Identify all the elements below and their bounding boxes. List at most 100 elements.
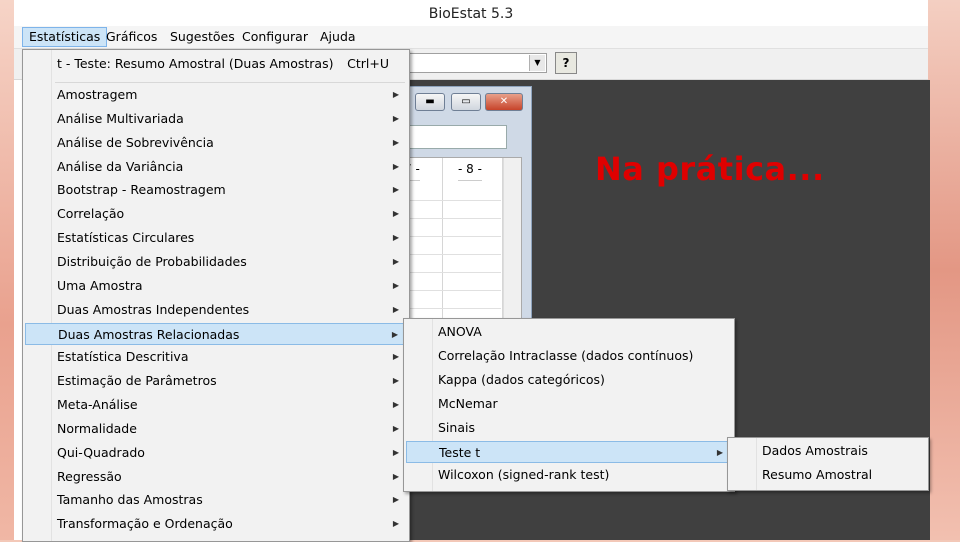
menu-item-label: Duas Amostras Relacionadas bbox=[58, 326, 240, 342]
submenu-arrow-icon: ▶ bbox=[392, 304, 399, 314]
menu-item-label: Análise de Sobrevivência bbox=[57, 134, 214, 150]
menu-item-label: Correlação bbox=[57, 206, 125, 222]
menu-item-regressao[interactable]: Regressão ▶ bbox=[25, 466, 407, 488]
menu-item-estimacao-de-parametros[interactable]: Estimação de Parâmetros ▶ bbox=[25, 370, 407, 392]
minimize-icon[interactable]: ▬ bbox=[415, 93, 445, 111]
menu-item-estatistica-descritiva[interactable]: Estatística Descritiva ▶ bbox=[25, 346, 407, 368]
menu-item-label: Dados Amostrais bbox=[762, 443, 868, 458]
menu-separator bbox=[55, 82, 405, 83]
table-row[interactable] bbox=[398, 236, 501, 255]
menu-item-meta-analise[interactable]: Meta-Análise ▶ bbox=[25, 394, 407, 416]
submenu-arrow-icon: ▶ bbox=[392, 447, 399, 457]
menu-item-label: Regressão bbox=[57, 468, 122, 484]
menu-item-label: Amostragem bbox=[57, 87, 138, 102]
menu-item-label: Distribuição de Probabilidades bbox=[57, 253, 247, 269]
menu-item-duas-amostras-relacionadas[interactable]: Duas Amostras Relacionadas ▶ bbox=[25, 322, 407, 345]
menu-item-label: Resumo Amostral bbox=[762, 466, 873, 482]
table-row[interactable] bbox=[398, 182, 501, 201]
submenu-arrow-icon: ▶ bbox=[392, 209, 399, 219]
submenu-arrow-icon: ▶ bbox=[391, 329, 398, 339]
menu-item-sinais[interactable]: Sinais bbox=[406, 417, 732, 439]
menu-item-transformacao-e-ordenacao[interactable]: Transformação e Ordenação ▶ bbox=[25, 513, 407, 535]
menu-item-label: Estatística Descritiva bbox=[57, 349, 189, 365]
menu-item-label: t - Teste: Resumo Amostral (Duas Amostra… bbox=[57, 56, 334, 71]
table-row[interactable] bbox=[398, 218, 501, 237]
submenu-arrow-icon: ▶ bbox=[392, 137, 399, 147]
menu-item-wilcoxon-signed-rank-test[interactable]: Wilcoxon (signed-rank test) bbox=[406, 464, 732, 486]
submenu-arrow-icon: ▶ bbox=[392, 495, 399, 505]
menu-item-t-teste[interactable]: t - Teste: Resumo Amostral (Duas Amostra… bbox=[25, 53, 407, 75]
menu-item-tamanho-das-amostras[interactable]: Tamanho das Amostras ▶ bbox=[25, 489, 407, 511]
menu-item-resumo-amostral[interactable]: Resumo Amostral bbox=[730, 464, 926, 486]
close-icon[interactable]: ✕ bbox=[485, 93, 523, 111]
menu-item-kappa-dados-categoricos[interactable]: Kappa (dados categóricos) bbox=[406, 369, 732, 391]
column-header: - 8 - bbox=[458, 158, 482, 181]
submenu-arrow-icon: ▶ bbox=[392, 161, 399, 171]
menu-item-normalidade[interactable]: Normalidade ▶ bbox=[25, 418, 407, 440]
menu-item-duas-amostras-independentes[interactable]: Duas Amostras Independentes ▶ bbox=[25, 299, 407, 321]
menu-item-uma-amostra[interactable]: Uma Amostra ▶ bbox=[25, 275, 407, 297]
submenu-arrow-icon: ▶ bbox=[392, 471, 399, 481]
menu-item-label: Tamanho das Amostras bbox=[57, 492, 203, 508]
submenu-arrow-icon: ▶ bbox=[392, 280, 399, 290]
table-row[interactable] bbox=[398, 272, 501, 291]
menu-item-teste-t[interactable]: Teste t ▶ bbox=[406, 440, 732, 463]
toolbar-combo[interactable]: e ▼ bbox=[392, 53, 547, 73]
menu-sugestoes[interactable]: Sugestões bbox=[164, 28, 241, 46]
menu-ajuda[interactable]: Ajuda bbox=[314, 28, 362, 46]
chevron-down-icon[interactable]: ▼ bbox=[529, 55, 545, 71]
table-row[interactable] bbox=[398, 290, 501, 309]
menu-shortcut: Ctrl+U bbox=[347, 56, 389, 71]
submenu-arrow-icon: ▶ bbox=[392, 90, 399, 99]
help-question-icon[interactable]: ? bbox=[555, 52, 577, 74]
menu-item-label: Análise Multivariada bbox=[57, 110, 184, 126]
table-row[interactable] bbox=[398, 200, 501, 219]
menu-item-analise-de-sobrevivencia[interactable]: Análise de Sobrevivência ▶ bbox=[25, 132, 407, 154]
maximize-icon[interactable]: ▭ bbox=[451, 93, 481, 111]
menu-item-label: Qui-Quadrado bbox=[57, 444, 145, 460]
submenu-arrow-icon: ▶ bbox=[392, 185, 399, 195]
menu-item-label: Kappa (dados categóricos) bbox=[438, 371, 605, 387]
menu-item-label: McNemar bbox=[438, 395, 498, 411]
menu-item-analise-da-variancia[interactable]: Análise da Variância ▶ bbox=[25, 156, 407, 178]
slide-background-right bbox=[926, 0, 960, 540]
menu-item-anova[interactable]: ANOVA bbox=[406, 321, 732, 343]
menu-graficos[interactable]: Gráficos bbox=[100, 28, 163, 46]
menu-item-label: ANOVA bbox=[438, 324, 482, 339]
submenu-arrow-icon: ▶ bbox=[392, 400, 399, 410]
title-bar: BioEstat 5.3 bbox=[14, 0, 928, 28]
submenu-arrow-icon: ▶ bbox=[392, 233, 399, 243]
menu-item-dados-amostrais[interactable]: Dados Amostrais bbox=[730, 440, 926, 462]
menu-item-label: Análise da Variância bbox=[57, 158, 184, 174]
submenu-arrow-icon: ▶ bbox=[716, 447, 723, 457]
menu-item-label: Sinais bbox=[438, 419, 475, 435]
estatisticas-menu: t - Teste: Resumo Amostral (Duas Amostra… bbox=[22, 49, 410, 542]
menu-estatisticas[interactable]: Estatísticas bbox=[22, 27, 108, 47]
menu-item-amostragem[interactable]: Amostragem ▶ bbox=[25, 84, 407, 106]
menu-item-label: Teste t bbox=[439, 444, 481, 460]
overlay-heading: Na prática... bbox=[595, 150, 825, 188]
data-grid[interactable]: 7 - - 8 - bbox=[397, 157, 522, 331]
menu-item-correlacao-intraclasse-dados-continuos[interactable]: Correlação Intraclasse (dados contínuos) bbox=[406, 345, 732, 367]
menu-item-label: Correlação Intraclasse (dados contínuos) bbox=[438, 347, 694, 363]
menu-bar: Estatísticas Gráficos Sugestões Configur… bbox=[14, 26, 928, 49]
menu-configurar[interactable]: Configurar bbox=[236, 28, 314, 46]
menu-item-analise-multivariada[interactable]: Análise Multivariada ▶ bbox=[25, 108, 407, 130]
menu-item-label: Wilcoxon (signed-rank test) bbox=[438, 467, 610, 483]
duas-amostras-relacionadas-submenu: ANOVA Correlação Intraclasse (dados contí… bbox=[403, 318, 735, 492]
vertical-scrollbar[interactable] bbox=[503, 158, 521, 330]
menu-item-mcnemar[interactable]: McNemar bbox=[406, 393, 732, 415]
window-title: BioEstat 5.3 bbox=[428, 6, 514, 22]
menu-item-distribuicao-de-probabilidades[interactable]: Distribuição de Probabilidades ▶ bbox=[25, 251, 407, 273]
menu-item-label: Estatísticas Circulares bbox=[57, 230, 195, 246]
child-input[interactable] bbox=[397, 125, 507, 149]
menu-item-estatisticas-circulares[interactable]: Estatísticas Circulares ▶ bbox=[25, 227, 407, 249]
menu-item-correlacao[interactable]: Correlação ▶ bbox=[25, 203, 407, 225]
menu-item-qui-quadrado[interactable]: Qui-Quadrado ▶ bbox=[25, 442, 407, 464]
child-window: ▬ ▭ ✕ 7 - - 8 - bbox=[396, 86, 532, 332]
submenu-arrow-icon: ▶ bbox=[392, 376, 399, 386]
menu-item-label: Normalidade bbox=[57, 420, 137, 436]
submenu-arrow-icon: ▶ bbox=[392, 256, 399, 266]
menu-item-bootstrap-reamostragem[interactable]: Bootstrap - Reamostragem ▶ bbox=[25, 179, 407, 201]
table-row[interactable] bbox=[398, 254, 501, 273]
